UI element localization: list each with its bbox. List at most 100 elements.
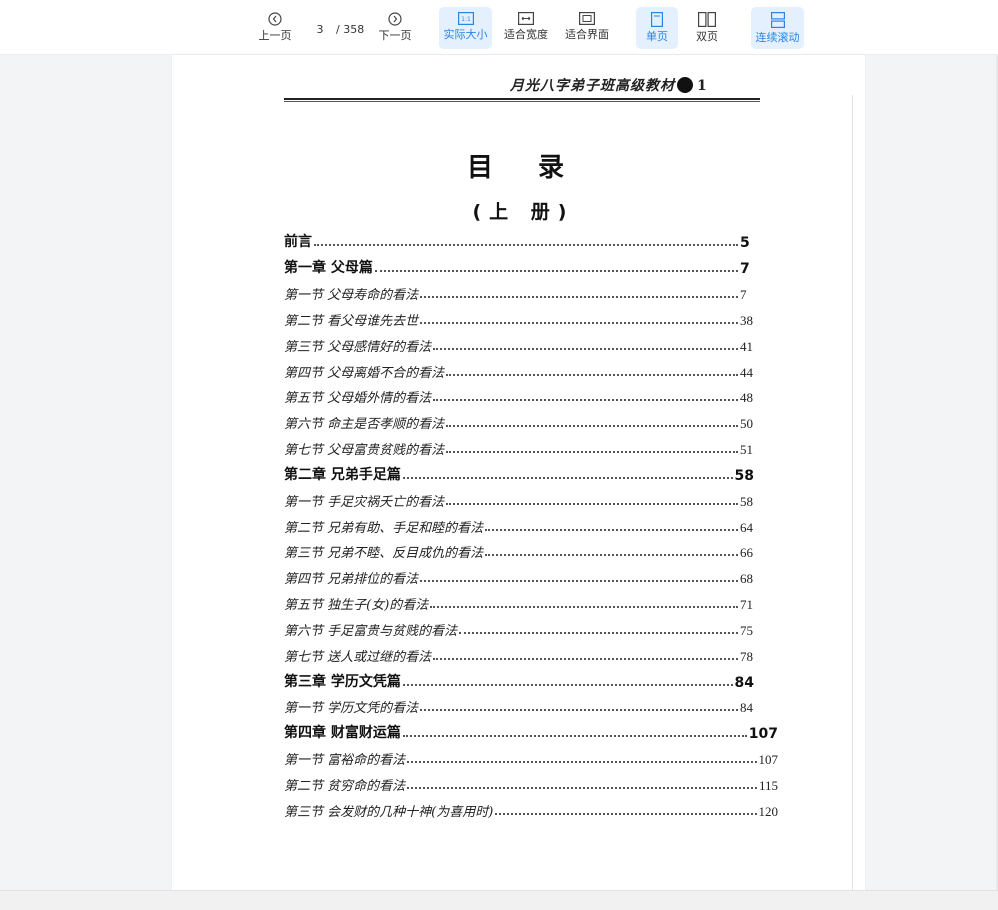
toc-entry-title: 第二节 看父母谁先去世	[284, 314, 419, 329]
toc-section-entry[interactable]: 第二节 贫穷命的看法 115	[284, 770, 778, 794]
continuous-scroll-icon	[770, 12, 785, 28]
toc-entry-title: 第一节 富裕命的看法	[284, 753, 406, 768]
toc-entry-title: 第六节 手足富贵与贫贱的看法	[284, 624, 458, 639]
prev-page-button[interactable]: 上一页	[254, 7, 296, 49]
toc-entry-title: 第一章 父母篇	[284, 260, 373, 276]
toc-section-entry[interactable]: 第五节 独生子(女)的看法 71	[284, 589, 754, 613]
toc-entry-page: 51	[740, 442, 753, 457]
toc-subtitle: (上 册)	[472, 201, 575, 223]
toc-entry-title: 第五节 父母婚外情的看法	[284, 391, 432, 406]
toc-entry-page: 58	[734, 468, 754, 484]
toc-leader-dots	[314, 243, 738, 246]
toc-leader-dots	[446, 373, 738, 376]
toc-leader-dots	[485, 553, 738, 556]
double-page-button[interactable]: 双页	[686, 7, 728, 49]
toc-section-entry[interactable]: 第一节 父母寿命的看法 7	[284, 279, 754, 303]
toc-entry-page: 38	[740, 313, 753, 328]
toc-entry-page: 107	[758, 752, 779, 767]
header-rule	[284, 98, 760, 100]
toc-leader-dots	[433, 347, 738, 350]
continuous-scroll-button[interactable]: 连续滚动	[751, 7, 804, 49]
toc-section-entry[interactable]: 第七节 送人或过继的看法 78	[284, 641, 754, 665]
toc-section-entry[interactable]: 第七节 父母富贵贫贱的看法 51	[284, 434, 754, 458]
viewer-toolbar: 上一页 / 358 下一页 1:1 实际大小 适合宽度 适合界面 单页 双页 连…	[0, 0, 998, 55]
chevron-left-circle-icon	[268, 12, 282, 26]
toc-entry-page: 44	[740, 365, 753, 380]
toc-entry-title: 第七节 父母富贵贫贱的看法	[284, 443, 445, 458]
fit-page-label: 适合界面	[565, 28, 609, 41]
fit-width-icon	[518, 12, 534, 25]
fit-width-button[interactable]: 适合宽度	[501, 7, 551, 49]
actual-size-label: 实际大小	[443, 28, 488, 41]
toc-leader-dots	[446, 502, 738, 505]
single-page-button[interactable]: 单页	[636, 7, 678, 49]
toc-entry-page: 48	[740, 390, 753, 405]
toc-section-entry[interactable]: 第一节 富裕命的看法 107	[284, 744, 778, 768]
toc-entry-title: 第三节 兄弟不睦、反目成仇的看法	[284, 546, 484, 561]
continuous-scroll-label: 连续滚动	[755, 31, 800, 44]
next-page-button[interactable]: 下一页	[374, 7, 416, 49]
toc-leader-dots	[402, 683, 733, 686]
toc-section-entry[interactable]: 第五节 父母婚外情的看法 48	[284, 382, 754, 406]
toc-section-entry[interactable]: 第四节 兄弟排位的看法 68	[284, 563, 754, 587]
toc-entry-page: 75	[740, 623, 753, 638]
toc-section-entry[interactable]: 第四节 父母离婚不合的看法 44	[284, 357, 754, 381]
toc-section-entry[interactable]: 第三节 会发财的几种十神(为喜用时) 120	[284, 796, 778, 820]
page-indicator: / 358	[306, 18, 367, 40]
toc-leader-dots	[407, 786, 757, 789]
next-page-label: 下一页	[378, 29, 412, 42]
actual-size-icon: 1:1	[457, 12, 474, 25]
running-header-page: 1	[697, 78, 710, 94]
toc-entry-page: 50	[740, 416, 753, 431]
fit-width-label: 适合宽度	[504, 28, 548, 41]
toc-chapter-entry[interactable]: 第四章 财富财运篇 107	[284, 718, 778, 742]
horizontal-scrollbar[interactable]	[0, 890, 998, 910]
running-header-title: 月光八字弟子班高级教材	[510, 78, 675, 94]
toc-entry-page: 84	[740, 700, 753, 715]
toc-chapter-entry[interactable]: 第二章 兄弟手足篇 58	[284, 460, 754, 484]
header-rule-thin	[284, 101, 760, 102]
toc-leader-dots	[433, 398, 738, 401]
toc-entry-title: 第一节 学历文凭的看法	[284, 701, 419, 716]
toc-section-entry[interactable]: 第六节 手足富贵与贫贱的看法 75	[284, 615, 754, 639]
toc-chapter-entry[interactable]: 第三章 学历文凭篇 84	[284, 667, 754, 691]
toc-entry-title: 第四节 父母离婚不合的看法	[284, 366, 445, 381]
page-number-input[interactable]	[306, 18, 334, 40]
toc-leader-dots	[446, 424, 738, 427]
toc-leader-dots	[407, 760, 757, 763]
toc-section-entry[interactable]: 第三节 父母感情好的看法 41	[284, 331, 754, 355]
prev-page-label: 上一页	[258, 29, 292, 42]
toc-leader-dots	[420, 321, 738, 324]
toc-section-entry[interactable]: 第二节 看父母谁先去世 38	[284, 305, 754, 329]
single-page-icon	[651, 12, 663, 27]
toc-section-entry[interactable]: 第一节 学历文凭的看法 84	[284, 692, 754, 716]
toc-entry-title: 第三章 学历文凭篇	[284, 674, 401, 690]
toc-chapter-entry[interactable]: 前言 5	[284, 227, 754, 251]
toc-entry-page: 107	[748, 726, 778, 742]
toc-section-entry[interactable]: 第一节 手足灾祸夭亡的看法 58	[284, 486, 754, 510]
toc-entry-page: 41	[740, 339, 753, 354]
document-viewport[interactable]: 月光八字弟子班高级教材 1 目 录 (上 册) 前言 5 第一章 父母篇 7 第一节 父母…	[0, 55, 998, 890]
toc-entry-page: 78	[740, 649, 753, 664]
toc-leader-dots	[402, 476, 733, 479]
toc-leader-dots	[374, 269, 738, 272]
toc-entry-title: 第五节 独生子(女)的看法	[284, 598, 429, 613]
toc-leader-dots	[495, 812, 757, 815]
toc-entry-title: 第一节 父母寿命的看法	[284, 288, 419, 303]
toc-entry-title: 第四节 兄弟排位的看法	[284, 572, 419, 587]
toc-section-entry[interactable]: 第三节 兄弟不睦、反目成仇的看法 66	[284, 537, 754, 561]
toc-entry-page: 5	[740, 235, 750, 251]
toc-title: 目 录	[466, 153, 583, 183]
toc-entry-title: 第七节 送人或过继的看法	[284, 650, 432, 665]
toc-entry-title: 第二章 兄弟手足篇	[284, 467, 401, 483]
actual-size-button[interactable]: 1:1 实际大小	[439, 7, 492, 49]
fit-page-button[interactable]: 适合界面	[561, 7, 613, 49]
document-page: 月光八字弟子班高级教材 1 目 录 (上 册) 前言 5 第一章 父母篇 7 第一节 父母…	[172, 55, 865, 890]
toc-section-entry[interactable]: 第二节 兄弟有助、手足和睦的看法 64	[284, 512, 754, 536]
running-header: 月光八字弟子班高级教材 1	[510, 75, 760, 95]
toc-entry-page: 66	[740, 545, 753, 560]
toc-section-entry[interactable]: 第六节 命主是否孝顺的看法 50	[284, 408, 754, 432]
toc-chapter-entry[interactable]: 第一章 父母篇 7	[284, 253, 754, 277]
single-page-label: 单页	[646, 30, 668, 43]
double-page-label: 双页	[696, 30, 718, 43]
